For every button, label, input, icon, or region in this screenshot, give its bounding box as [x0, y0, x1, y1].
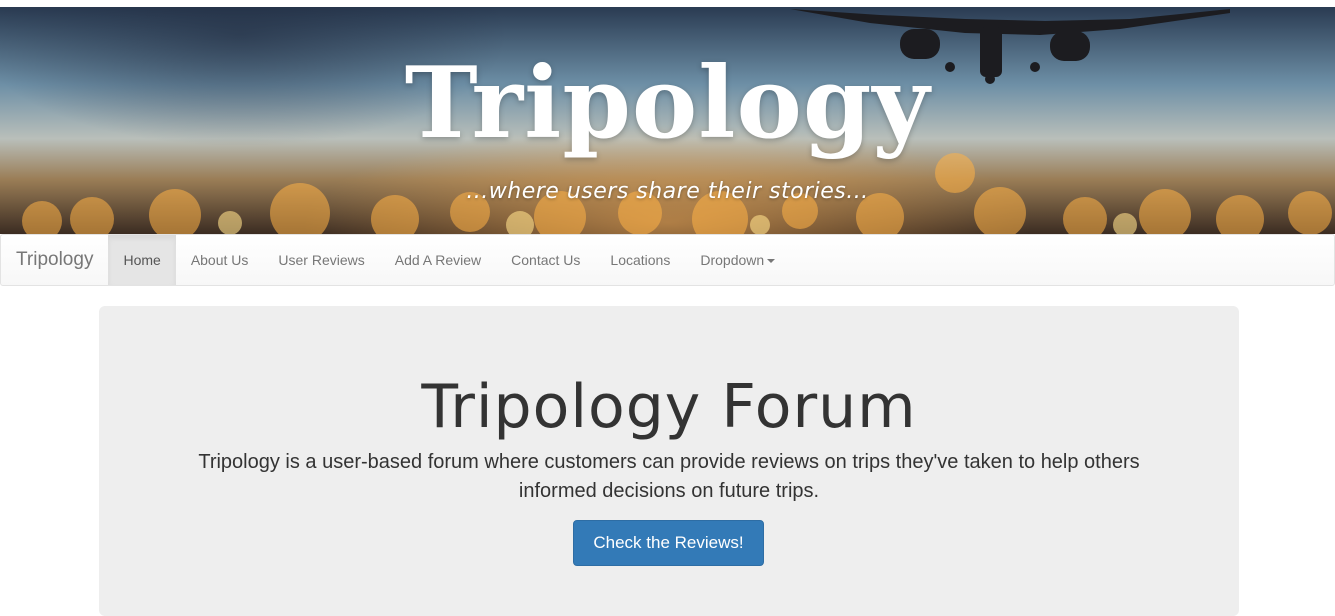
nav-item-home[interactable]: Home: [108, 235, 176, 285]
nav-item-add-review[interactable]: Add A Review: [380, 235, 496, 285]
check-reviews-button[interactable]: Check the Reviews!: [573, 520, 764, 566]
main-navbar: Tripology Home About Us User Reviews Add…: [0, 234, 1335, 286]
caret-down-icon: [767, 259, 776, 263]
forum-description: Tripology is a user-based forum where cu…: [198, 451, 1140, 502]
nav-item-dropdown[interactable]: Dropdown: [685, 235, 790, 285]
jumbotron: Tripology Forum Tripology is a user-base…: [99, 306, 1239, 616]
nav-item-locations[interactable]: Locations: [595, 235, 685, 285]
header-banner: Tripology ...where users share their sto…: [0, 7, 1335, 234]
nav-item-contact-us[interactable]: Contact Us: [496, 235, 595, 285]
site-tagline: ...where users share their stories...: [466, 179, 869, 204]
dropdown-label: Dropdown: [700, 252, 765, 268]
forum-title: Tripology Forum: [421, 372, 917, 442]
nav-item-user-reviews[interactable]: User Reviews: [263, 235, 379, 285]
site-title: Tripology: [404, 46, 931, 161]
navbar-brand[interactable]: Tripology: [1, 235, 108, 285]
nav-item-about-us[interactable]: About Us: [176, 235, 264, 285]
